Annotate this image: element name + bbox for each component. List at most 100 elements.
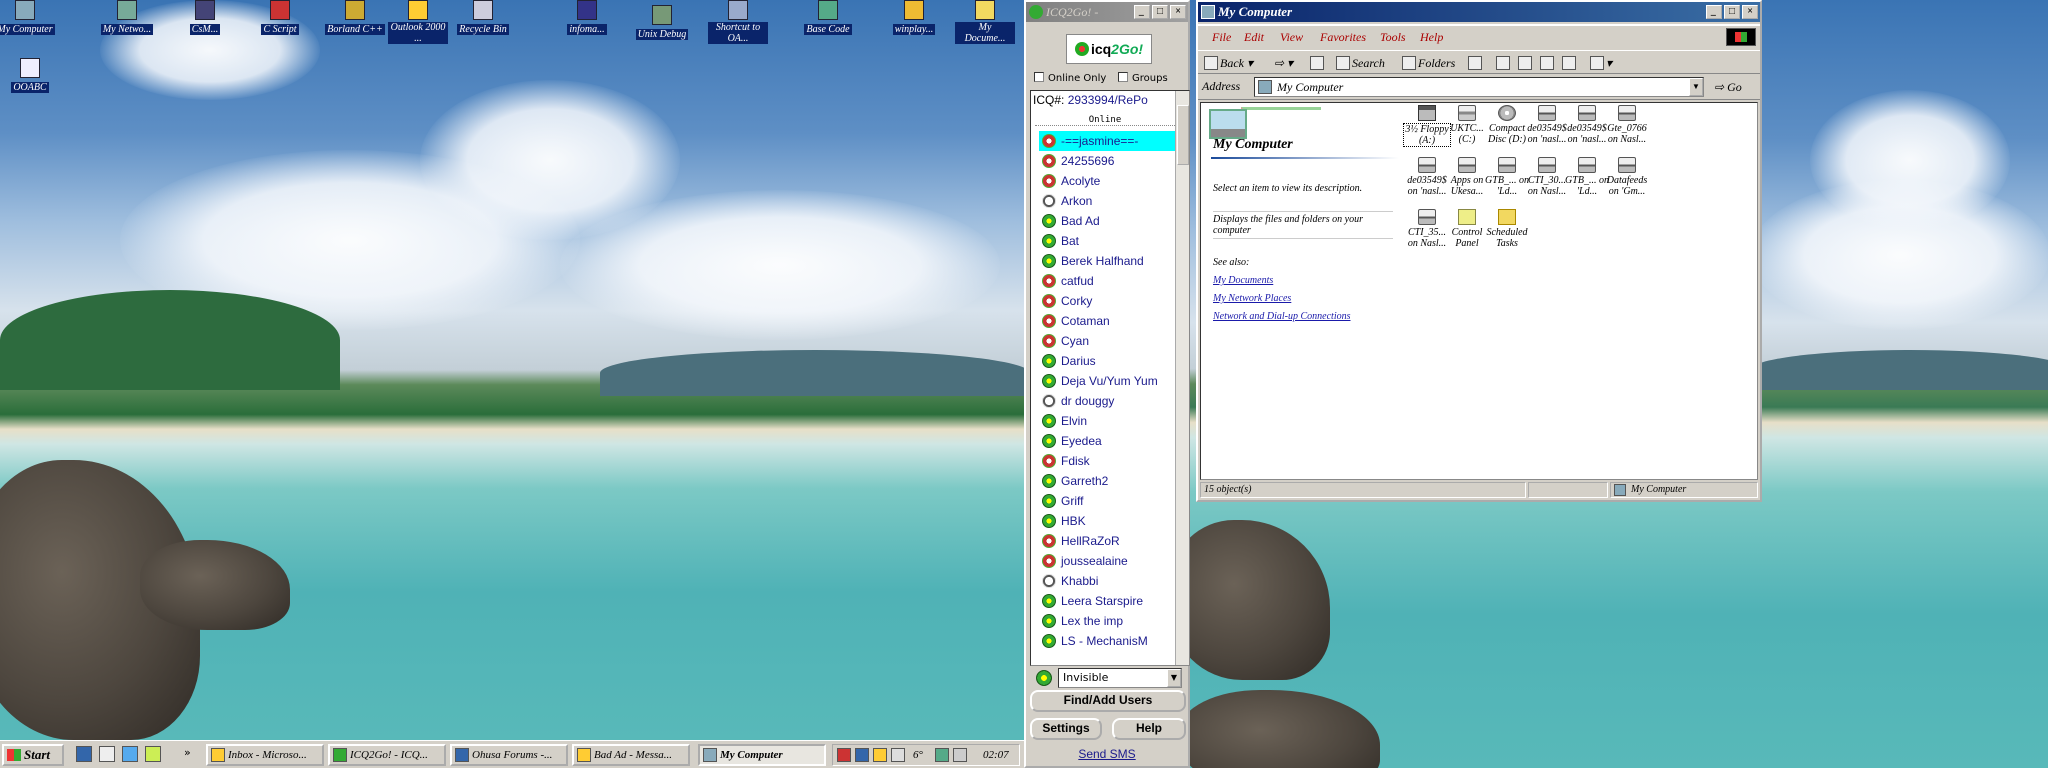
tray-shield-icon[interactable] bbox=[855, 748, 869, 762]
contact-item[interactable]: Deja Vu/Yum Yum bbox=[1039, 371, 1175, 391]
up-folder-button[interactable] bbox=[1310, 54, 1326, 72]
drive-item[interactable]: Datafeeds on 'Gm... bbox=[1603, 157, 1651, 197]
close-button[interactable]: × bbox=[1170, 5, 1186, 19]
taskbar-button-my-computer[interactable]: My Computer bbox=[698, 744, 826, 766]
contact-item[interactable]: Elvin bbox=[1039, 411, 1175, 431]
close-button[interactable]: × bbox=[1742, 5, 1758, 19]
contact-item[interactable]: catfud bbox=[1039, 271, 1175, 291]
contact-item[interactable]: Griff bbox=[1039, 491, 1175, 511]
menu-tools[interactable]: Tools bbox=[1380, 30, 1406, 45]
groups-checkbox[interactable]: Groups bbox=[1118, 72, 1168, 84]
contact-list-scrollbar[interactable] bbox=[1175, 91, 1189, 665]
desktop-icon-ooabc[interactable]: OOABC bbox=[0, 58, 60, 93]
contact-item[interactable]: Garreth2 bbox=[1039, 471, 1175, 491]
views-button[interactable]: ▾ bbox=[1590, 54, 1612, 72]
clock[interactable]: 02:07 bbox=[983, 745, 1009, 765]
taskbar-button-inbox[interactable]: Inbox - Microso... bbox=[206, 744, 324, 766]
icq-titlebar[interactable]: ICQ2Go! - _ □ × bbox=[1026, 2, 1188, 22]
contact-item[interactable]: Acolyte bbox=[1039, 171, 1175, 191]
quicklaunch-more-chevron[interactable]: » bbox=[184, 746, 191, 759]
desktop-icon-csm[interactable]: CsM... bbox=[175, 0, 235, 35]
delete-button[interactable] bbox=[1540, 54, 1556, 72]
desktop-icon-my-documents[interactable]: My Docume... bbox=[955, 0, 1015, 44]
contact-item[interactable]: 24255696 bbox=[1039, 151, 1175, 171]
online-only-checkbox[interactable]: Online Only bbox=[1034, 72, 1106, 84]
chevron-down-icon[interactable]: ▼ bbox=[1689, 78, 1703, 96]
contact-item[interactable]: dr douggy bbox=[1039, 391, 1175, 411]
tray-icon[interactable] bbox=[953, 748, 967, 762]
contact-item[interactable]: Cyan bbox=[1039, 331, 1175, 351]
contact-item[interactable]: Darius bbox=[1039, 351, 1175, 371]
status-flower-icon[interactable] bbox=[1036, 670, 1052, 686]
desktop-icon-network[interactable]: My Netwo... bbox=[97, 0, 157, 35]
desktop-icon-unix-debug[interactable]: Unix Debug bbox=[632, 5, 692, 40]
desktop-icon-recycle-bin[interactable]: Recycle Bin bbox=[453, 0, 513, 35]
quicklaunch-ie-icon[interactable] bbox=[76, 746, 92, 762]
tray-icon[interactable] bbox=[873, 748, 887, 762]
taskbar-button-icq[interactable]: ICQ2Go! - ICQ... bbox=[328, 744, 446, 766]
forward-button[interactable]: ⇨ ▾ bbox=[1274, 54, 1293, 72]
volume-icon[interactable] bbox=[891, 748, 905, 762]
maximize-button[interactable]: □ bbox=[1152, 5, 1168, 19]
start-button[interactable]: Start bbox=[2, 744, 64, 766]
contact-item[interactable]: Eyedea bbox=[1039, 431, 1175, 451]
desktop-icon-shortcut-oa[interactable]: Shortcut to OA... bbox=[708, 0, 768, 44]
menu-view[interactable]: View bbox=[1280, 30, 1303, 45]
menu-help[interactable]: Help bbox=[1420, 30, 1443, 45]
copy-to-button[interactable] bbox=[1518, 54, 1534, 72]
desktop-icon-infoma[interactable]: infoma... bbox=[557, 0, 617, 35]
minimize-button[interactable]: _ bbox=[1706, 5, 1722, 19]
contact-item[interactable]: LS - MechanisM bbox=[1039, 631, 1175, 651]
quicklaunch-app-icon[interactable] bbox=[145, 746, 161, 762]
contact-item[interactable]: HellRaZoR bbox=[1039, 531, 1175, 551]
contact-item[interactable]: Berek Halfhand bbox=[1039, 251, 1175, 271]
undo-button[interactable] bbox=[1562, 54, 1578, 72]
history-button[interactable] bbox=[1468, 54, 1484, 72]
desktop-icon-borland[interactable]: Borland C++ bbox=[325, 0, 385, 35]
desktop-icon-winplay[interactable]: winplay... bbox=[884, 0, 944, 35]
send-sms-link[interactable]: Send SMS bbox=[1026, 747, 1188, 761]
menu-edit[interactable]: Edit bbox=[1244, 30, 1264, 45]
contact-item[interactable]: Khabbi bbox=[1039, 571, 1175, 591]
menu-file[interactable]: File bbox=[1212, 30, 1231, 45]
link-my-documents[interactable]: My Documents bbox=[1213, 275, 1273, 286]
desktop-icon-c-script[interactable]: C Script bbox=[250, 0, 310, 35]
minimize-button[interactable]: _ bbox=[1134, 5, 1150, 19]
link-network-dialup[interactable]: Network and Dial-up Connections bbox=[1213, 311, 1351, 322]
contact-item[interactable]: Arkon bbox=[1039, 191, 1175, 211]
contact-item[interactable]: -==jasmine==- bbox=[1039, 131, 1175, 151]
contact-item[interactable]: Cotaman bbox=[1039, 311, 1175, 331]
status-select[interactable]: Invisible ▼ bbox=[1058, 668, 1182, 688]
search-button[interactable]: Search bbox=[1336, 54, 1385, 72]
maximize-button[interactable]: □ bbox=[1724, 5, 1740, 19]
help-button[interactable]: Help bbox=[1112, 718, 1186, 740]
drive-item[interactable]: Gte_0766 on Nasl... bbox=[1603, 105, 1651, 145]
menu-favorites[interactable]: Favorites bbox=[1320, 30, 1366, 45]
tray-network-icon[interactable] bbox=[935, 748, 949, 762]
contact-list[interactable]: ICQ#: 2933994/RePo Online -==jasmine==- 2… bbox=[1030, 90, 1190, 666]
tray-icon[interactable] bbox=[837, 748, 851, 762]
desktop-icon-base-code[interactable]: Base Code bbox=[798, 0, 858, 35]
drive-item[interactable]: Scheduled Tasks bbox=[1483, 209, 1531, 249]
move-to-button[interactable] bbox=[1496, 54, 1512, 72]
chevron-down-icon[interactable]: ▼ bbox=[1167, 669, 1181, 687]
contact-item[interactable]: HBK bbox=[1039, 511, 1175, 531]
desktop-icon-outlook[interactable]: Outlook 2000 ... bbox=[388, 0, 448, 44]
quicklaunch-desktop-icon[interactable] bbox=[99, 746, 115, 762]
contact-item[interactable]: Fdisk bbox=[1039, 451, 1175, 471]
contact-item[interactable]: joussealaine bbox=[1039, 551, 1175, 571]
explorer-titlebar[interactable]: My Computer _ □ × bbox=[1198, 2, 1760, 22]
go-button[interactable]: ⇨ Go bbox=[1710, 78, 1742, 96]
back-button[interactable]: Back ▾ bbox=[1204, 54, 1253, 72]
contact-item[interactable]: Lex the imp bbox=[1039, 611, 1175, 631]
taskbar-button-forums[interactable]: Ohusa Forums -... bbox=[450, 744, 568, 766]
quicklaunch-outlook-icon[interactable] bbox=[122, 746, 138, 762]
scroll-thumb[interactable] bbox=[1177, 105, 1189, 165]
address-input[interactable]: My Computer ▼ bbox=[1254, 77, 1704, 97]
find-add-users-button[interactable]: Find/Add Users bbox=[1030, 690, 1186, 712]
desktop-icon-my-computer[interactable]: My Computer bbox=[0, 0, 55, 35]
taskbar-button-bad-ad[interactable]: Bad Ad - Messa... bbox=[572, 744, 690, 766]
settings-button[interactable]: Settings bbox=[1030, 718, 1102, 740]
contact-item[interactable]: Bat bbox=[1039, 231, 1175, 251]
contact-item[interactable]: Leera Starspire bbox=[1039, 591, 1175, 611]
